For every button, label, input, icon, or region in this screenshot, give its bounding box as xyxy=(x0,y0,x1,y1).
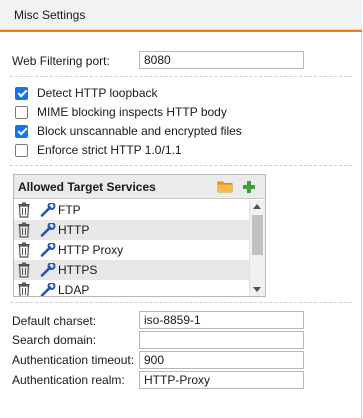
checkbox-label: Enforce strict HTTP 1.0/1.1 xyxy=(37,143,182,157)
web-filtering-port-input[interactable] xyxy=(139,51,304,69)
service-row[interactable]: FTP xyxy=(14,200,249,220)
trash-icon[interactable] xyxy=(18,282,30,296)
search-domain-label: Search domain: xyxy=(12,333,97,347)
allowed-target-services-box: Allowed Target Services FTP HTTP HTTP Pr… xyxy=(13,174,266,297)
service-name: LDAP xyxy=(58,283,90,296)
auth-realm-input[interactable] xyxy=(139,371,304,389)
service-name: HTTP Proxy xyxy=(58,243,124,257)
service-row[interactable]: LDAP xyxy=(14,280,249,296)
checkbox-label: Block unscannable and encrypted files xyxy=(37,124,242,138)
checkbox-row-block-unscannable[interactable]: Block unscannable and encrypted files xyxy=(15,123,242,139)
header-accent-line xyxy=(0,30,362,32)
auth-realm-label: Authentication realm: xyxy=(12,373,125,387)
web-filtering-port-label: Web Filtering port: xyxy=(12,54,110,68)
trash-icon[interactable] xyxy=(18,262,30,278)
separator xyxy=(10,165,352,166)
checkbox-row-mime-blocking[interactable]: MIME blocking inspects HTTP body xyxy=(15,104,227,120)
wrench-icon xyxy=(40,202,56,217)
service-name: HTTP xyxy=(58,223,90,237)
default-charset-input[interactable] xyxy=(139,311,304,329)
services-list: FTP HTTP HTTP Proxy HTTPS LDAP xyxy=(14,200,249,296)
checkbox-row-strict-http[interactable]: Enforce strict HTTP 1.0/1.1 xyxy=(15,142,182,158)
panel-title: Misc Settings xyxy=(14,8,86,22)
block-unscannable-checkbox[interactable] xyxy=(15,124,28,138)
trash-icon[interactable] xyxy=(18,222,30,238)
auth-timeout-label: Authentication timeout: xyxy=(12,353,135,367)
wrench-icon xyxy=(40,242,56,257)
add-icon[interactable] xyxy=(241,179,257,195)
wrench-icon xyxy=(40,222,56,237)
strict-http-checkbox[interactable] xyxy=(15,143,28,157)
service-name: FTP xyxy=(58,203,81,217)
scroll-up-arrow-icon[interactable] xyxy=(253,204,261,209)
checkbox-label: MIME blocking inspects HTTP body xyxy=(37,105,227,119)
wrench-icon xyxy=(40,282,56,296)
trash-icon[interactable] xyxy=(18,242,30,258)
auth-timeout-input[interactable] xyxy=(139,351,304,369)
scroll-down-arrow-icon[interactable] xyxy=(253,287,261,292)
service-row[interactable]: HTTP xyxy=(14,220,249,240)
checkbox-row-detect-loopback[interactable]: Detect HTTP loopback xyxy=(15,85,158,101)
mime-blocking-checkbox[interactable] xyxy=(15,105,28,119)
services-header: Allowed Target Services xyxy=(14,175,265,199)
detect-loopback-checkbox[interactable] xyxy=(15,86,28,100)
search-domain-input[interactable] xyxy=(139,331,304,349)
separator xyxy=(10,76,352,77)
scroll-thumb[interactable] xyxy=(252,215,263,255)
default-charset-label: Default charset: xyxy=(12,314,97,328)
service-row[interactable]: HTTPS xyxy=(14,260,249,280)
panel-header: Misc Settings xyxy=(0,0,362,30)
misc-settings-panel: Misc Settings Web Filtering port: Detect… xyxy=(0,0,362,418)
service-row[interactable]: HTTP Proxy xyxy=(14,240,249,260)
trash-icon[interactable] xyxy=(18,202,30,218)
separator xyxy=(10,302,352,303)
service-name: HTTPS xyxy=(58,263,98,277)
services-scrollbar[interactable] xyxy=(249,200,265,296)
services-title: Allowed Target Services xyxy=(18,180,156,194)
folder-icon[interactable] xyxy=(217,179,233,195)
wrench-icon xyxy=(40,262,56,277)
checkbox-label: Detect HTTP loopback xyxy=(37,86,158,100)
